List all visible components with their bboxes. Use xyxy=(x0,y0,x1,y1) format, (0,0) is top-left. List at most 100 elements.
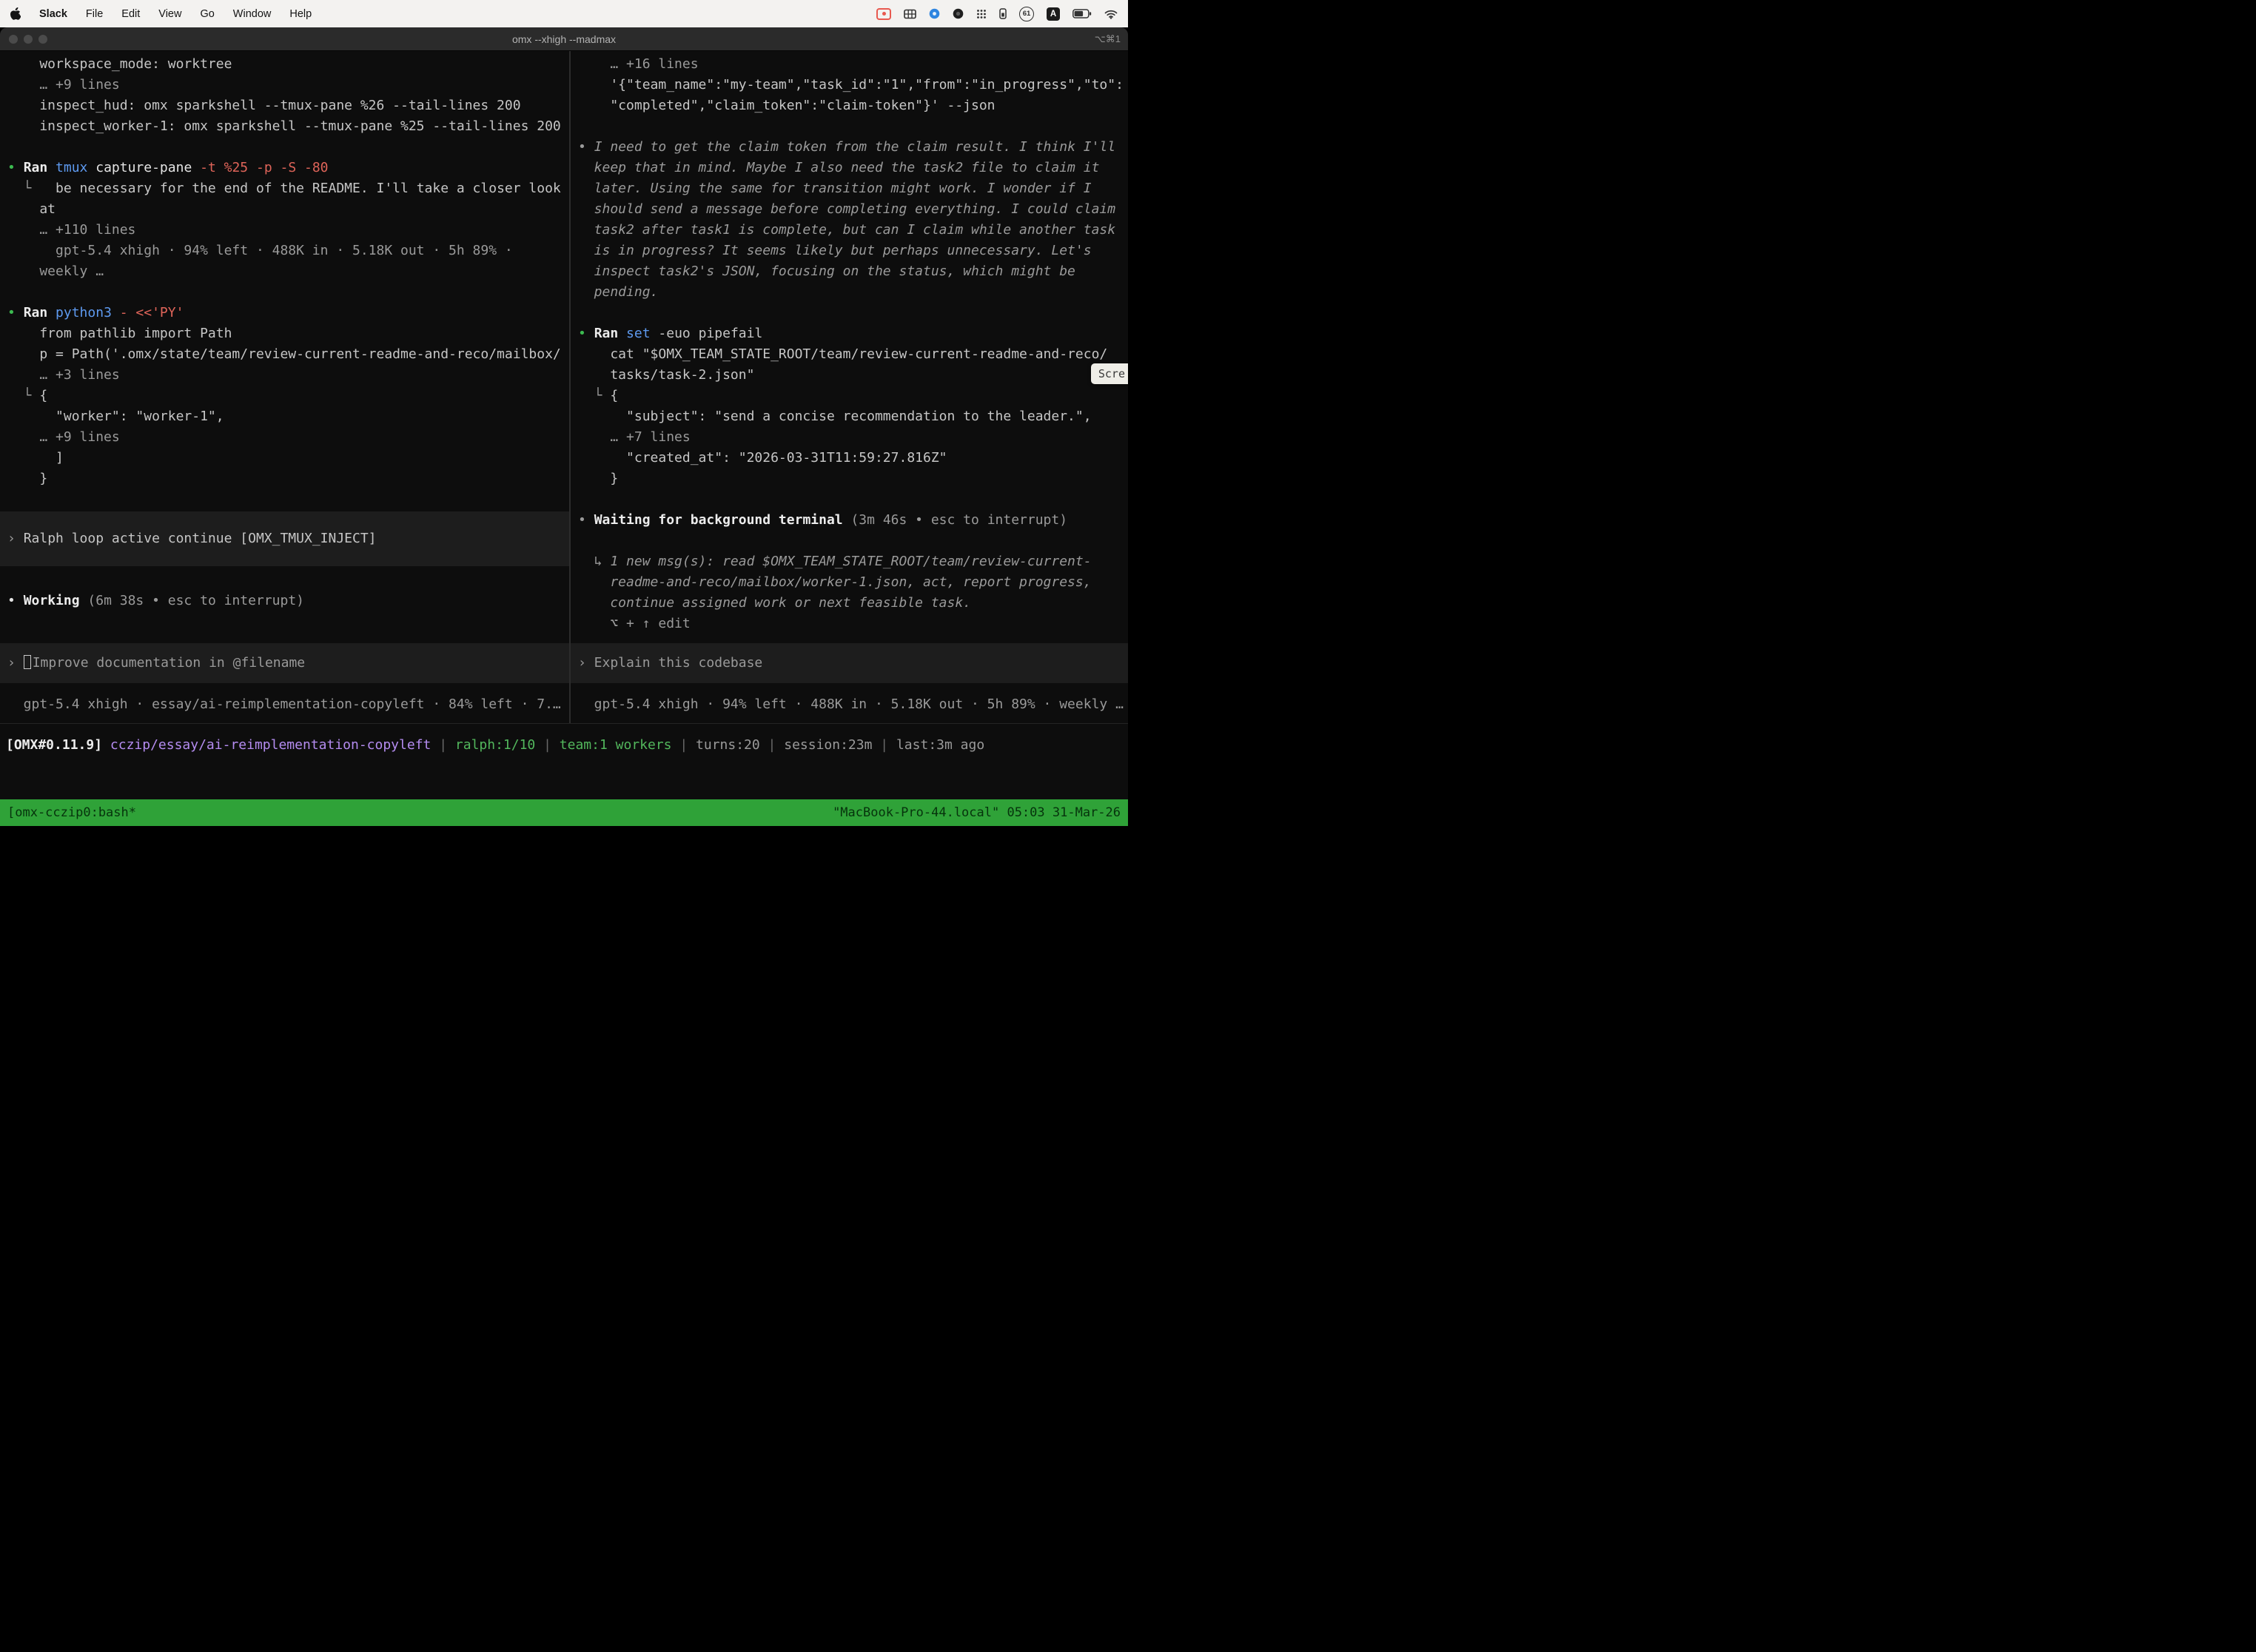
terminal-line: at xyxy=(7,199,569,220)
input-source-icon[interactable]: A xyxy=(1047,7,1060,21)
tmux-session-name[interactable]: [omx-cczip0:bash* xyxy=(7,805,136,820)
menu-file[interactable]: File xyxy=(86,8,103,20)
terminal-line: … +9 lines xyxy=(7,75,569,95)
terminal-line: gpt-5.4 xhigh · 94% left · 488K in · 5.1… xyxy=(7,241,569,261)
app-icon-blue[interactable] xyxy=(929,8,940,19)
zoom-button[interactable] xyxy=(38,35,47,44)
right-scrollback: … +16 lines '{"team_name":"my-team","tas… xyxy=(578,54,1128,634)
omx-session-statusline: [OMX#0.11.9] cczip/essay/ai-reimplementa… xyxy=(0,724,1128,756)
terminal-line: continue assigned work or next feasible … xyxy=(578,593,1128,614)
app-grid-icon[interactable] xyxy=(976,9,987,19)
terminal-line: readme-and-reco/mailbox/worker-1.json, a… xyxy=(578,572,1128,593)
menu-window[interactable]: Window xyxy=(233,8,272,20)
terminal-line: • Ran python3 - <<'PY' xyxy=(7,303,569,323)
terminal-line: tasks/task-2.json" xyxy=(578,365,1128,386)
terminal-line: inspect task2's JSON, focusing on the st… xyxy=(578,261,1128,282)
terminal-line xyxy=(578,303,1128,323)
active-app-menu[interactable]: Slack xyxy=(39,8,67,20)
menu-view[interactable]: View xyxy=(158,8,181,20)
window-shortcut-hint: ⌥⌘1 xyxy=(1095,33,1121,45)
terminal-line: pending. xyxy=(578,282,1128,303)
right-terminal-pane[interactable]: … +16 lines '{"team_name":"my-team","tas… xyxy=(571,51,1128,723)
terminal-line: "created_at": "2026-03-31T11:59:27.816Z" xyxy=(578,448,1128,469)
terminal-line: ⌥ + ↑ edit xyxy=(578,614,1128,634)
apple-menu-icon[interactable] xyxy=(10,7,21,20)
minimize-button[interactable] xyxy=(24,35,33,44)
terminal-window: omx --xhigh --madmax ⌥⌘1 workspace_mode:… xyxy=(0,27,1128,826)
terminal-line: should send a message before completing … xyxy=(578,199,1128,220)
terminal-line: • Ran tmux capture-pane -t %25 -p -S -80 xyxy=(7,158,569,178)
terminal-line: gpt-5.4 xhigh · essay/ai-reimplementatio… xyxy=(7,694,569,715)
ralph-loop-banner: › Ralph loop active continue [OMX_TMUX_I… xyxy=(0,511,569,566)
terminal-line: inspect_hud: omx sparkshell --tmux-pane … xyxy=(7,95,569,116)
terminal-line: › Ralph loop active continue [OMX_TMUX_I… xyxy=(7,528,569,549)
close-button[interactable] xyxy=(9,35,18,44)
battery-icon[interactable] xyxy=(1072,9,1092,19)
stats-icon[interactable] xyxy=(999,8,1007,19)
terminal-line: "completed","claim_token":"claim-token"}… xyxy=(578,95,1128,116)
terminal-line: └ be necessary for the end of the README… xyxy=(7,178,569,199)
terminal-line: } xyxy=(7,469,569,489)
terminal-line: } xyxy=(578,469,1128,489)
terminal-line xyxy=(7,282,569,303)
left-terminal-pane[interactable]: workspace_mode: worktree … +9 lines insp… xyxy=(0,51,569,723)
app-icon-dark-circle[interactable] xyxy=(953,8,964,19)
terminal-line: • Working (6m 38s • esc to interrupt) xyxy=(7,591,569,611)
window-titlebar[interactable]: omx --xhigh --madmax ⌥⌘1 xyxy=(0,27,1128,51)
window-title: omx --xhigh --madmax xyxy=(512,33,616,45)
terminal-line: "subject": "send a concise recommendatio… xyxy=(578,406,1128,427)
keyboard-grid-icon[interactable] xyxy=(904,9,916,19)
screenshot-tooltip: Scre xyxy=(1091,363,1128,384)
terminal-line: › Explain this codebase xyxy=(578,653,1128,674)
terminal-line: › Improve documentation in @filename xyxy=(7,653,569,674)
terminal-line: • Ran set -euo pipefail xyxy=(578,323,1128,344)
terminal-line: … +110 lines xyxy=(7,220,569,241)
terminal-line: └ { xyxy=(7,386,569,406)
terminal-line xyxy=(578,116,1128,137)
traffic-lights xyxy=(9,35,47,44)
menu-go[interactable]: Go xyxy=(200,8,214,20)
terminal-line: cat "$OMX_TEAM_STATE_ROOT/team/review-cu… xyxy=(578,344,1128,365)
left-scrollback: workspace_mode: worktree … +9 lines insp… xyxy=(7,54,569,489)
record-dot-icon xyxy=(882,12,886,16)
menu-help[interactable]: Help xyxy=(289,8,312,20)
menu-bar: Slack File Edit View Go Window Help xyxy=(0,0,1128,27)
terminal-line: … +9 lines xyxy=(7,427,569,448)
terminal-line: "worker": "worker-1", xyxy=(7,406,569,427)
terminal-line: is in progress? It seems likely but perh… xyxy=(578,241,1128,261)
terminal-line: ] xyxy=(7,448,569,469)
wifi-icon[interactable] xyxy=(1104,9,1118,19)
terminal-line xyxy=(7,137,569,158)
left-pane-statusline: gpt-5.4 xhigh · essay/ai-reimplementatio… xyxy=(7,694,569,715)
terminal-line xyxy=(578,489,1128,510)
working-status: • Working (6m 38s • esc to interrupt) xyxy=(7,591,569,611)
terminal-line: '{"team_name":"my-team","task_id":"1","f… xyxy=(578,75,1128,95)
terminal-line: … +16 lines xyxy=(578,54,1128,75)
terminal-line: keep that in mind. Maybe I also need the… xyxy=(578,158,1128,178)
terminal-line: inspect_worker-1: omx sparkshell --tmux-… xyxy=(7,116,569,137)
prompt-input-left[interactable]: › Improve documentation in @filename xyxy=(0,643,569,683)
terminal-line: workspace_mode: worktree xyxy=(7,54,569,75)
terminal-line: └ { xyxy=(578,386,1128,406)
terminal-line: … +7 lines xyxy=(578,427,1128,448)
tmux-status-bar: [omx-cczip0:bash* "MacBook-Pro-44.local"… xyxy=(0,799,1128,826)
tmux-panes: workspace_mode: worktree … +9 lines insp… xyxy=(0,51,1128,724)
right-pane-statusline: gpt-5.4 xhigh · 94% left · 488K in · 5.1… xyxy=(578,694,1128,715)
desktop: Slack File Edit View Go Window Help xyxy=(0,0,1128,826)
terminal-line: later. Using the same for transition mig… xyxy=(578,178,1128,199)
prompt-input-right[interactable]: › Explain this codebase xyxy=(571,643,1128,683)
terminal-line: task2 after task1 is complete, but can I… xyxy=(578,220,1128,241)
terminal-line xyxy=(578,531,1128,551)
terminal-line: gpt-5.4 xhigh · 94% left · 488K in · 5.1… xyxy=(578,694,1128,715)
menu-left: Slack File Edit View Go Window Help xyxy=(10,7,312,20)
tmux-host-and-clock: "MacBook-Pro-44.local" 05:03 31-Mar-26 xyxy=(833,805,1121,820)
battery-percent-badge[interactable]: 61 xyxy=(1019,7,1034,21)
terminal-line: [OMX#0.11.9] cczip/essay/ai-reimplementa… xyxy=(6,735,1122,756)
menu-edit[interactable]: Edit xyxy=(121,8,140,20)
terminal-line: from pathlib import Path xyxy=(7,323,569,344)
terminal-line: weekly … xyxy=(7,261,569,282)
terminal-line: ↳ 1 new msg(s): read $OMX_TEAM_STATE_ROO… xyxy=(578,551,1128,572)
terminal-line: • I need to get the claim token from the… xyxy=(578,137,1128,158)
terminal-line: • Waiting for background terminal (3m 46… xyxy=(578,510,1128,531)
screen-recording-icon[interactable] xyxy=(876,8,891,20)
